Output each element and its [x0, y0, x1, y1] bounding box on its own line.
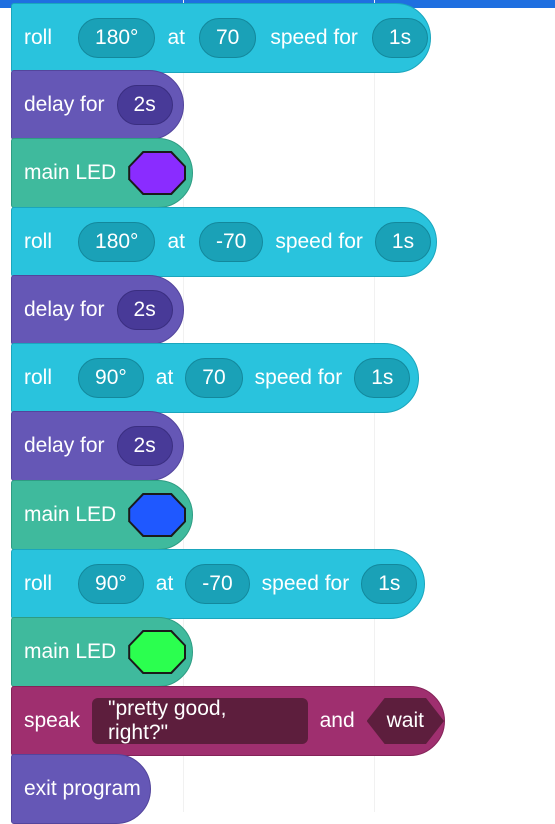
speed-input[interactable]: -70 [198, 222, 264, 262]
roll-block[interactable]: roll 180° at 70 speed for 1s [11, 3, 431, 73]
exit-program-label: exit program [24, 777, 141, 800]
heading-input[interactable]: 180° [78, 222, 156, 262]
delay-block[interactable]: delay for 2s [11, 70, 184, 140]
heading-input[interactable]: 180° [78, 18, 156, 58]
speed-input[interactable]: 70 [185, 358, 243, 398]
delay-block[interactable]: delay for 2s [11, 275, 184, 345]
led-color-swatch[interactable] [128, 493, 187, 537]
duration-input[interactable]: 1s [361, 564, 418, 604]
heading-input[interactable]: 90° [78, 564, 144, 604]
main-led-label: main LED [24, 640, 117, 663]
heading-input[interactable]: 90° [78, 358, 144, 398]
roll-label: roll [24, 572, 53, 595]
delay-label: delay for [24, 434, 105, 457]
speak-label: speak [24, 709, 81, 732]
speed-for-label: speed for [254, 366, 343, 389]
speed-for-label: speed for [270, 26, 358, 49]
main-led-label: main LED [24, 161, 117, 184]
led-color-swatch[interactable] [128, 630, 187, 674]
roll-block[interactable]: roll 90° at 70 speed for 1s [11, 343, 419, 413]
delay-duration-input[interactable]: 2s [116, 85, 173, 125]
at-label: at [155, 572, 174, 595]
main-led-block[interactable]: main LED [11, 480, 193, 550]
speed-input[interactable]: -70 [185, 564, 250, 604]
speak-text-input[interactable]: "pretty good, right?" [92, 697, 308, 744]
delay-label: delay for [24, 298, 105, 321]
speed-input[interactable]: 70 [198, 18, 257, 58]
roll-label: roll [24, 230, 53, 253]
wait-toggle[interactable]: wait [367, 698, 444, 744]
speed-for-label: speed for [275, 230, 363, 253]
delay-label: delay for [24, 93, 105, 116]
speak-block[interactable]: speak "pretty good, right?" and wait [11, 686, 445, 756]
speed-for-label: speed for [261, 572, 350, 595]
at-label: at [167, 230, 185, 253]
roll-label: roll [24, 366, 53, 389]
and-label: and [319, 709, 355, 732]
delay-duration-input[interactable]: 2s [116, 426, 173, 466]
main-led-label: main LED [24, 503, 117, 526]
exit-program-block[interactable]: exit program [11, 754, 151, 824]
duration-input[interactable]: 1s [374, 222, 432, 262]
roll-block[interactable]: roll 180° at -70 speed for 1s [11, 207, 437, 277]
duration-input[interactable]: 1s [354, 358, 411, 398]
led-color-swatch[interactable] [128, 151, 187, 195]
roll-label: roll [24, 26, 53, 49]
led-color-fill [130, 153, 185, 193]
led-color-fill [130, 495, 185, 535]
led-color-fill [130, 632, 185, 672]
main-led-block[interactable]: main LED [11, 617, 193, 687]
roll-block[interactable]: roll 90° at -70 speed for 1s [11, 549, 425, 619]
delay-duration-input[interactable]: 2s [116, 290, 173, 330]
duration-input[interactable]: 1s [371, 18, 429, 58]
at-label: at [155, 366, 174, 389]
at-label: at [167, 26, 185, 49]
delay-block[interactable]: delay for 2s [11, 411, 184, 481]
main-led-block[interactable]: main LED [11, 138, 193, 208]
